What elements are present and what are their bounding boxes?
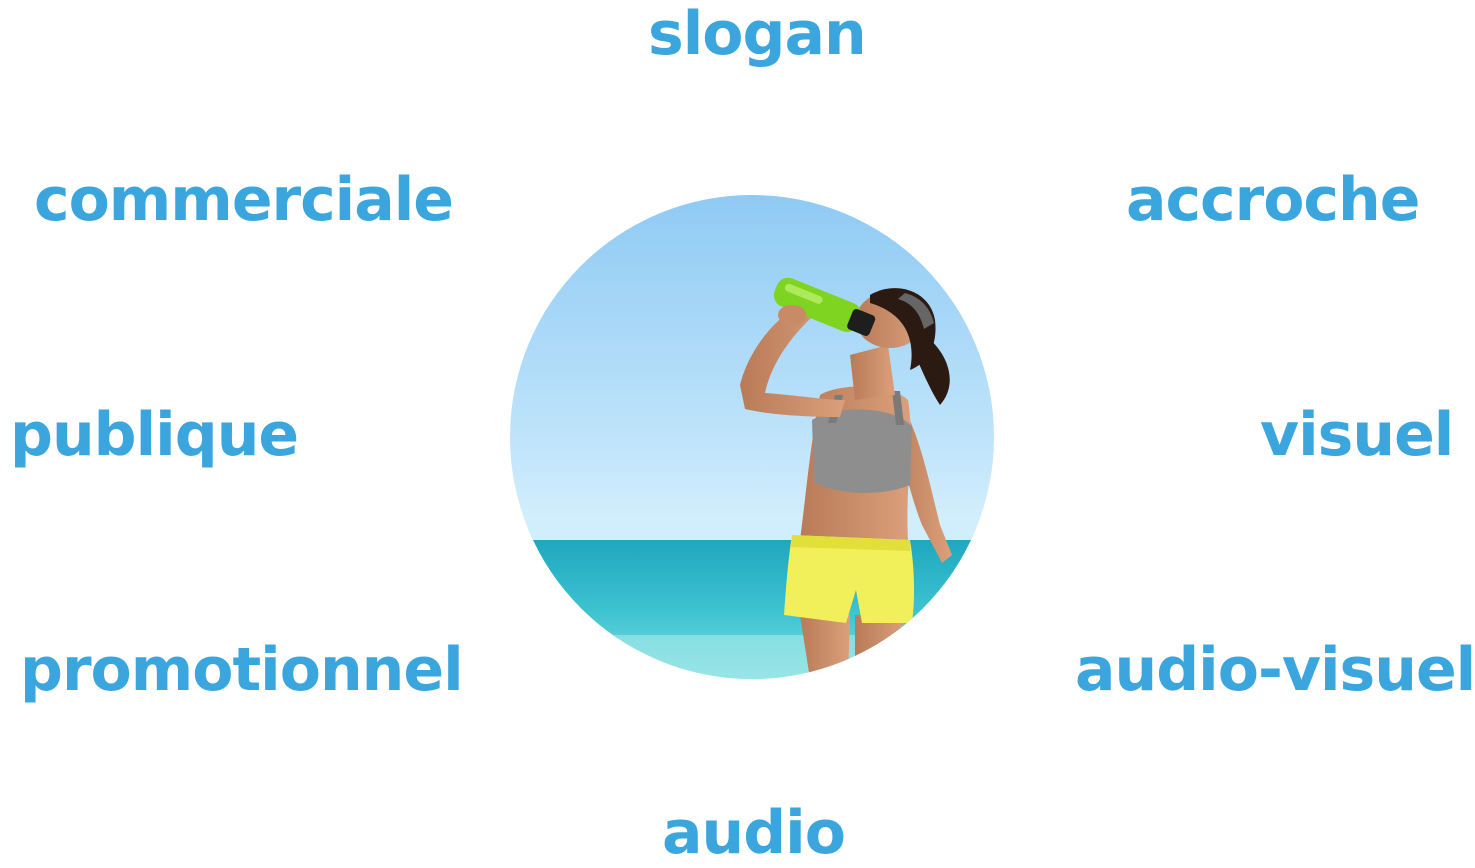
- word-accroche: accroche: [1126, 165, 1420, 235]
- word-promotionnel: promotionnel: [20, 635, 464, 705]
- word-audio: audio: [662, 798, 846, 868]
- photo-illustration: [510, 195, 994, 679]
- word-visuel: visuel: [1260, 400, 1454, 470]
- word-commerciale: commerciale: [34, 165, 454, 235]
- word-publique: publique: [10, 400, 299, 470]
- leg-right: [855, 615, 905, 679]
- word-slogan: slogan: [648, 0, 867, 69]
- beach-athlete-photo: [510, 195, 994, 679]
- word-audio-visuel: audio-visuel: [1075, 635, 1475, 705]
- neck: [850, 345, 895, 400]
- hand: [778, 305, 806, 325]
- sea-foam: [510, 635, 994, 679]
